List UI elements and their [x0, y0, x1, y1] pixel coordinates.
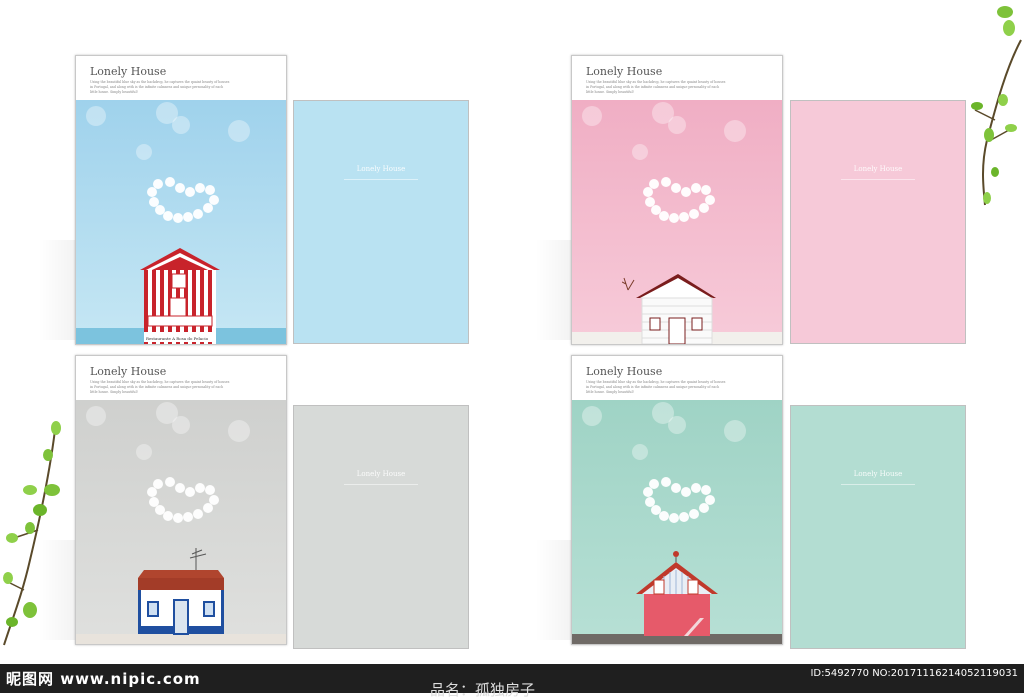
back-title: Lonely House	[356, 470, 406, 478]
cover-header: Lonely House Using the beautiful blue sk…	[572, 356, 782, 400]
back-divider	[344, 484, 418, 491]
heart-icon	[147, 477, 219, 523]
heart-icon	[147, 177, 219, 223]
image-id: ID:5492770 NO:20171116214052119031	[810, 668, 1018, 679]
cover-artwork	[572, 100, 782, 344]
cover-title: Lonely House	[586, 65, 663, 78]
heart-icon	[643, 177, 715, 223]
tiled-roof-house	[138, 548, 224, 635]
site-logo: 昵图网 www.nipic.com	[6, 670, 201, 688]
cover-header: Lonely House Using the beautiful blue sk…	[572, 56, 782, 100]
cover-back-grey: Lonely House	[293, 405, 469, 649]
white-cabin-house	[622, 274, 716, 344]
pink-brick-house	[636, 551, 718, 636]
cover-description: Using the beautiful blue sky as the back…	[586, 380, 726, 394]
cover-artwork: Restaurante A Rosa do Pelacio	[76, 100, 286, 344]
cover-header: Lonely House Using the beautiful blue sk…	[76, 56, 286, 100]
cover-title: Lonely House	[90, 65, 167, 78]
back-title: Lonely House	[356, 165, 406, 173]
back-title: Lonely House	[853, 165, 903, 173]
cover-header: Lonely House Using the beautiful blue sk…	[76, 356, 286, 400]
cover-front-blue: Lonely House Using the beautiful blue sk…	[75, 55, 287, 345]
heart-icon	[643, 477, 715, 523]
red-striped-house	[140, 248, 220, 344]
cover-artwork	[572, 400, 782, 644]
back-divider	[841, 484, 915, 491]
watermark-footer: 昵图网 www.nipic.com 品名：孤独房子 ID:5492770 NO:…	[0, 664, 1024, 699]
canvas: Lonely House Using the beautiful blue sk…	[0, 0, 1024, 699]
cover-title: Lonely House	[586, 365, 663, 378]
cover-back-pink: Lonely House	[790, 100, 966, 344]
back-divider	[344, 179, 418, 186]
house-sign: Restaurante A Rosa do Pelacio	[146, 336, 209, 341]
branch-top-right	[971, 6, 1022, 206]
cover-description: Using the beautiful blue sky as the back…	[90, 380, 230, 394]
cover-front-grey: Lonely House Using the beautiful blue sk…	[75, 355, 287, 645]
cover-title: Lonely House	[90, 365, 167, 378]
cover-front-pink: Lonely House Using the beautiful blue sk…	[571, 55, 783, 345]
cover-back-blue: Lonely House	[293, 100, 469, 344]
back-divider	[841, 179, 915, 186]
cover-description: Using the beautiful blue sky as the back…	[90, 80, 230, 94]
cover-back-mint: Lonely House	[790, 405, 966, 649]
cover-front-mint: Lonely House Using the beautiful blue sk…	[571, 355, 783, 645]
product-name: 品名：孤独房子	[430, 681, 536, 699]
cover-description: Using the beautiful blue sky as the back…	[586, 80, 726, 94]
back-title: Lonely House	[853, 470, 903, 478]
cover-artwork	[76, 400, 286, 644]
